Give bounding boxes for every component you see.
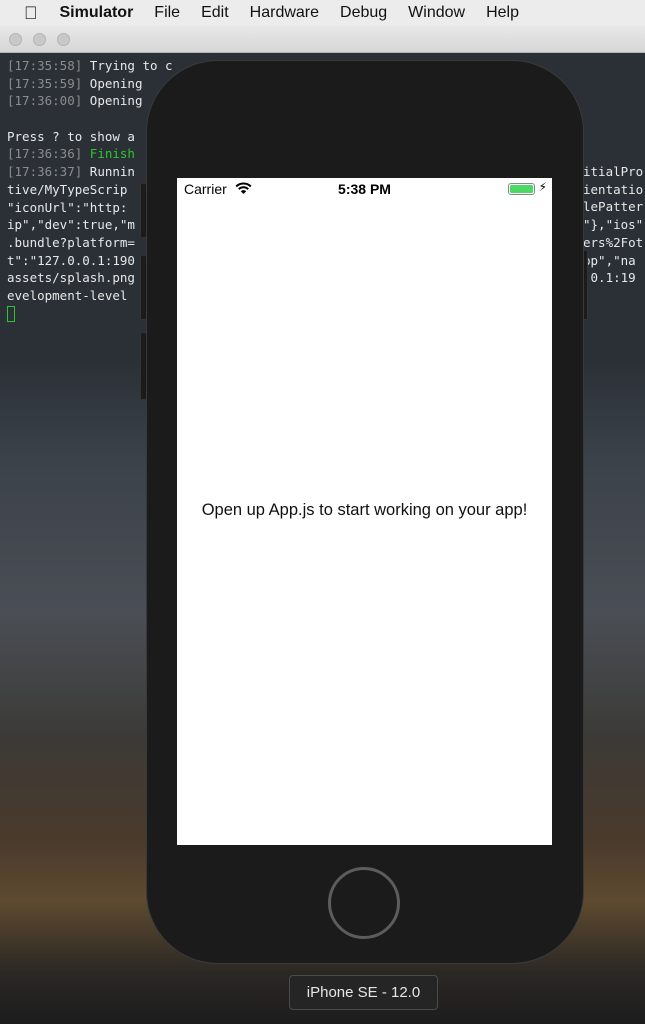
menu-file[interactable]: File	[154, 4, 180, 22]
menu-bar:  Simulator File Edit Hardware Debug Win…	[0, 0, 645, 26]
line-text: .bundle?platform=	[7, 234, 135, 250]
line-text: Press ? to show a	[7, 128, 135, 144]
zoom-button[interactable]	[57, 33, 70, 46]
clock: 5:38 PM	[338, 181, 391, 197]
terminal-line: [17:35:59] Opening	[7, 75, 173, 93]
terminal-line: ers%2Fot	[583, 234, 644, 250]
line-text: tive/MyTypeScrip	[7, 181, 128, 197]
timestamp: [17:35:59]	[7, 75, 83, 91]
battery-level	[510, 185, 533, 193]
terminal-line: "},"ios"	[583, 217, 644, 233]
terminal-output-right: itialPro ientatio lePatter "},"ios" ers%2Fot…	[583, 163, 643, 287]
status-bar: Carrier 5:38 PM ⚡︎	[177, 178, 552, 200]
home-button[interactable]	[328, 867, 400, 939]
line-text: Trying to c	[82, 58, 173, 73]
menu-debug[interactable]: Debug	[340, 4, 387, 22]
menu-help[interactable]: Help	[486, 4, 519, 22]
timestamp: [17:36:36]	[7, 146, 83, 162]
timestamp: [17:36:37]	[7, 164, 83, 180]
line-text: assets/splash.png	[7, 270, 135, 286]
menu-hardware[interactable]: Hardware	[250, 4, 319, 22]
close-button[interactable]	[9, 33, 22, 46]
line-text: "iconUrl":"http:	[7, 199, 128, 215]
line-text: Finish	[82, 146, 135, 162]
line-text: Opening	[82, 93, 143, 109]
line-text: Runnin	[82, 164, 135, 180]
line-text: Opening	[82, 75, 150, 91]
menu-edit[interactable]: Edit	[201, 4, 229, 22]
charging-bolt-icon: ⚡︎	[538, 180, 547, 194]
timestamp: [17:36:00]	[7, 93, 83, 109]
device-label: iPhone SE - 12.0	[289, 975, 438, 1010]
line-text: ip","dev":true,"m	[7, 217, 135, 233]
terminal-line: itialPro	[583, 164, 644, 179]
timestamp: [17:35:58]	[7, 58, 83, 73]
terminal-line: lePatter	[583, 199, 644, 215]
battery-icon	[508, 183, 535, 195]
minimize-button[interactable]	[33, 33, 46, 46]
line-text: evelopment-level	[7, 287, 128, 303]
terminal-line: pp","na	[583, 252, 636, 268]
terminal-line: ientatio	[583, 181, 644, 197]
terminal-line: [17:36:00] Opening	[7, 92, 173, 110]
apple-icon[interactable]: 	[24, 3, 38, 24]
menu-window[interactable]: Window	[408, 4, 465, 22]
terminal-titlebar	[0, 26, 645, 53]
device-screen[interactable]: Carrier 5:38 PM ⚡︎ Open up App.js to sta…	[177, 178, 552, 845]
app-message: Open up App.js to start working on your …	[201, 501, 528, 519]
terminal-line: [17:35:58] Trying to c	[7, 57, 173, 75]
terminal-cursor	[7, 306, 15, 323]
line-text: t":"127.0.0.1:190	[7, 252, 135, 268]
menu-app-simulator[interactable]: Simulator	[60, 4, 134, 22]
terminal-line: .0.1:19	[583, 270, 636, 286]
